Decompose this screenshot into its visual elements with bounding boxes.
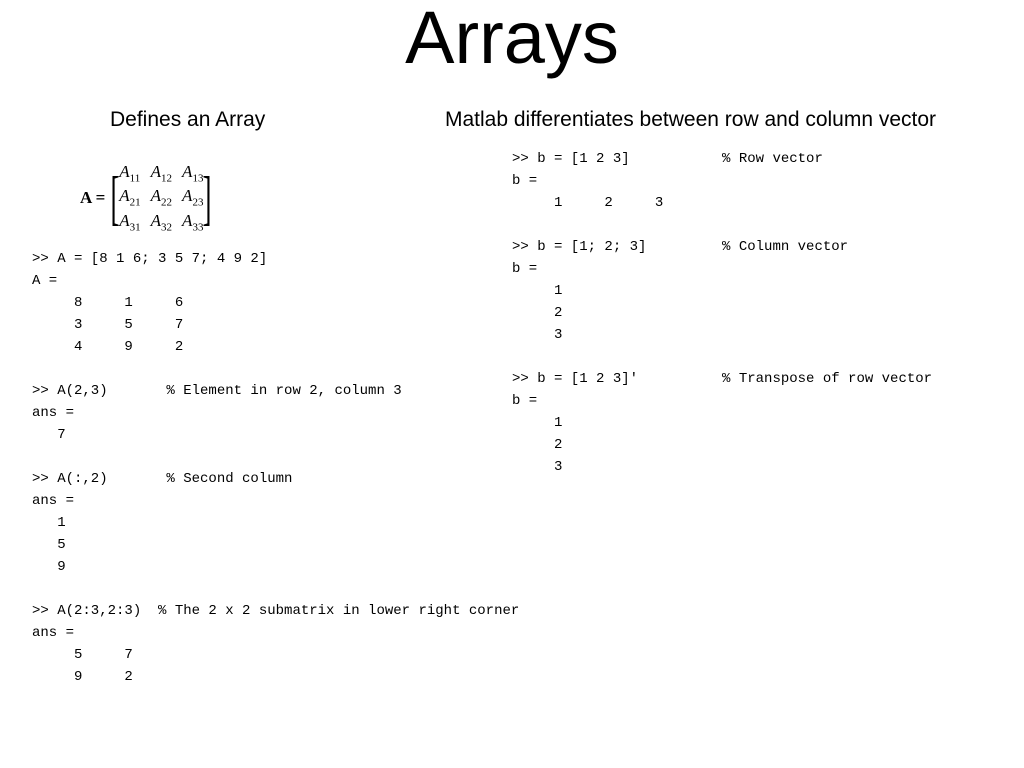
slide-title: Arrays	[0, 0, 1024, 80]
subtitle-right: Matlab differentiates between row and co…	[445, 108, 936, 132]
subtitle-left: Defines an Array	[110, 108, 265, 132]
matrix-cell: A13	[182, 162, 203, 184]
right-bracket-icon: ]	[203, 168, 212, 228]
code-block-right: >> b = [1 2 3] % Row vector b = 1 2 3 >>…	[512, 148, 932, 478]
matrix-equation: A = [ A11 A12 A13 A21 A22 A23 A31 A32 A3…	[80, 162, 211, 233]
matrix-cell: A22	[151, 186, 172, 208]
slide: Arrays Defines an Array Matlab different…	[0, 0, 1024, 768]
matrix-cell: A32	[151, 211, 172, 233]
matrix-cell: A33	[182, 211, 203, 233]
matrix-cell: A31	[119, 211, 140, 233]
matrix-cell: A23	[182, 186, 203, 208]
code-block-left: >> A = [8 1 6; 3 5 7; 4 9 2] A = 8 1 6 3…	[32, 248, 519, 688]
matrix-grid: A11 A12 A13 A21 A22 A23 A31 A32 A33	[119, 162, 203, 233]
left-bracket-icon: [	[111, 168, 120, 228]
matrix-label: A =	[80, 188, 111, 208]
matrix-cell: A12	[151, 162, 172, 184]
matrix-cell: A11	[119, 162, 140, 184]
matrix-cell: A21	[119, 186, 140, 208]
